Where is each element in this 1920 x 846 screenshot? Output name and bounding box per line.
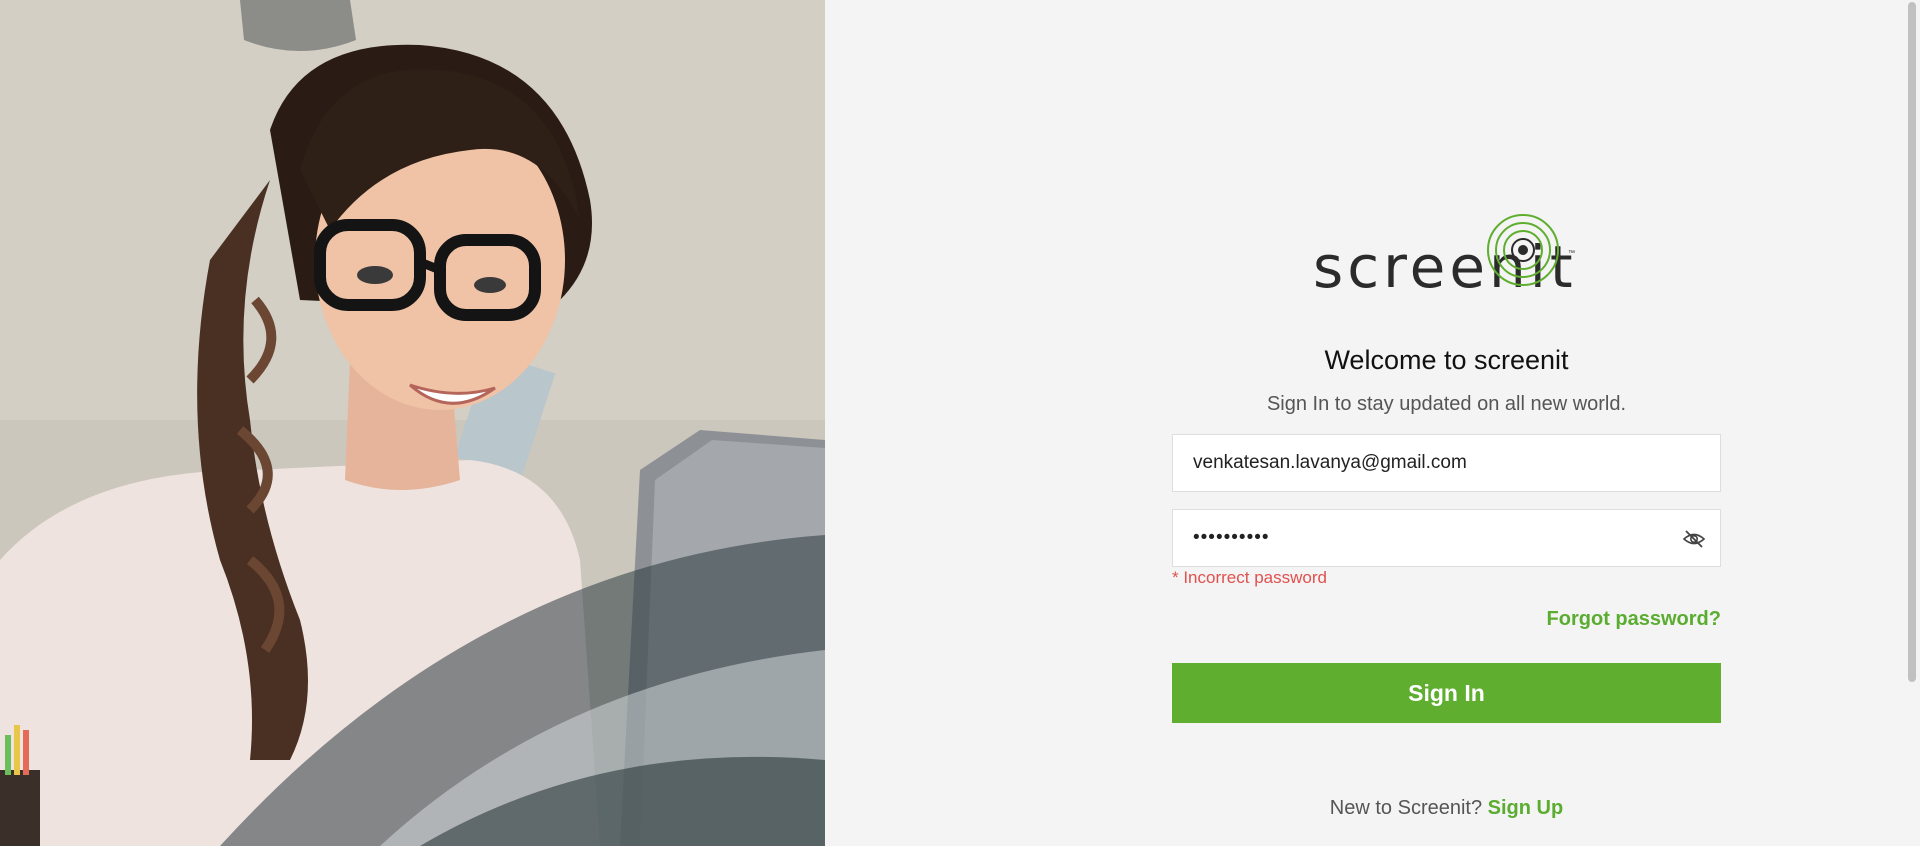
forgot-password-link[interactable]: Forgot password? — [1547, 608, 1721, 631]
scrollbar[interactable] — [1903, 0, 1920, 846]
password-input[interactable] — [1173, 510, 1720, 566]
scrollbar-thumb[interactable] — [1908, 2, 1916, 682]
email-input[interactable] — [1173, 435, 1720, 491]
sign-up-link[interactable]: Sign Up — [1488, 797, 1564, 819]
signup-prompt-text: New to Screenit? — [1329, 797, 1488, 819]
email-field — [1172, 434, 1721, 492]
concentric-rings-icon — [1487, 214, 1559, 286]
password-field — [1172, 509, 1721, 567]
password-error-message: * Incorrect password — [1172, 568, 1327, 587]
page-subtitle: Sign In to stay updated on all new world… — [1266, 393, 1627, 415]
hero-image — [0, 0, 825, 846]
signup-prompt: New to Screenit? Sign Up — [1172, 797, 1721, 820]
sign-in-button[interactable]: Sign In — [1172, 663, 1721, 723]
trademark-mark: ™ — [1568, 250, 1575, 257]
hero-illustration — [0, 0, 825, 846]
page-title: Welcome to screenit — [1324, 345, 1569, 375]
screenit-logo: screenit ™ — [1313, 212, 1583, 302]
eye-off-icon[interactable] — [1682, 527, 1706, 551]
